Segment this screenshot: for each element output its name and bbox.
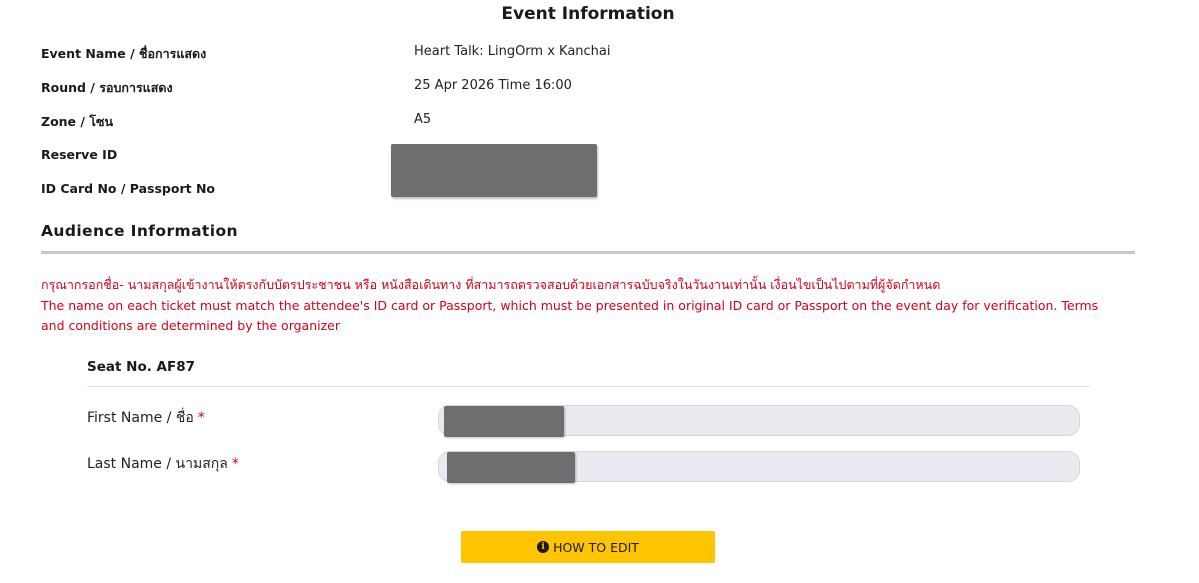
info-circle-icon: i [537, 541, 550, 553]
required-mark: * [197, 410, 205, 426]
redacted-last-name [447, 452, 575, 483]
redacted-id-block [391, 144, 597, 197]
how-to-edit-button[interactable]: i HOW TO EDIT [461, 531, 715, 563]
first-name-label: First Name / ชื่อ * [87, 407, 205, 429]
zone-value: A5 [414, 112, 432, 127]
last-name-input[interactable] [438, 451, 1080, 483]
how-to-edit-label: HOW TO EDIT [553, 539, 639, 555]
required-mark: * [231, 456, 239, 472]
notice-english: The name on each ticket must match the a… [41, 298, 1099, 333]
audience-divider [41, 251, 1135, 254]
redacted-first-name [444, 406, 564, 437]
zone-label: Zone / โซน [41, 114, 114, 129]
reserve-id-label: Reserve ID [41, 147, 118, 162]
last-name-label: Last Name / นามสกุล * [87, 453, 239, 475]
round-label: Round / รอบการแสดง [41, 80, 173, 95]
id-card-label: ID Card No / Passport No [41, 181, 215, 196]
event-information-title: Event Information [501, 4, 675, 24]
last-name-label-text: Last Name / นามสกุล [87, 456, 228, 472]
audience-information-title: Audience Information [41, 222, 238, 240]
first-name-label-text: First Name / ชื่อ [87, 410, 194, 426]
seat-number-title: Seat No. AF87 [87, 359, 195, 375]
seat-divider [87, 386, 1090, 387]
notice-thai: กรุณากรอกชื่อ- นามสกุลผู้เข้างานให้ตรงกั… [41, 277, 941, 292]
round-value: 25 Apr 2026 Time 16:00 [414, 78, 572, 93]
event-name-label: Event Name / ชื่อการแสดง [41, 46, 207, 61]
first-name-input[interactable] [438, 405, 1080, 437]
event-name-value: Heart Talk: LingOrm x Kanchai [414, 44, 611, 59]
